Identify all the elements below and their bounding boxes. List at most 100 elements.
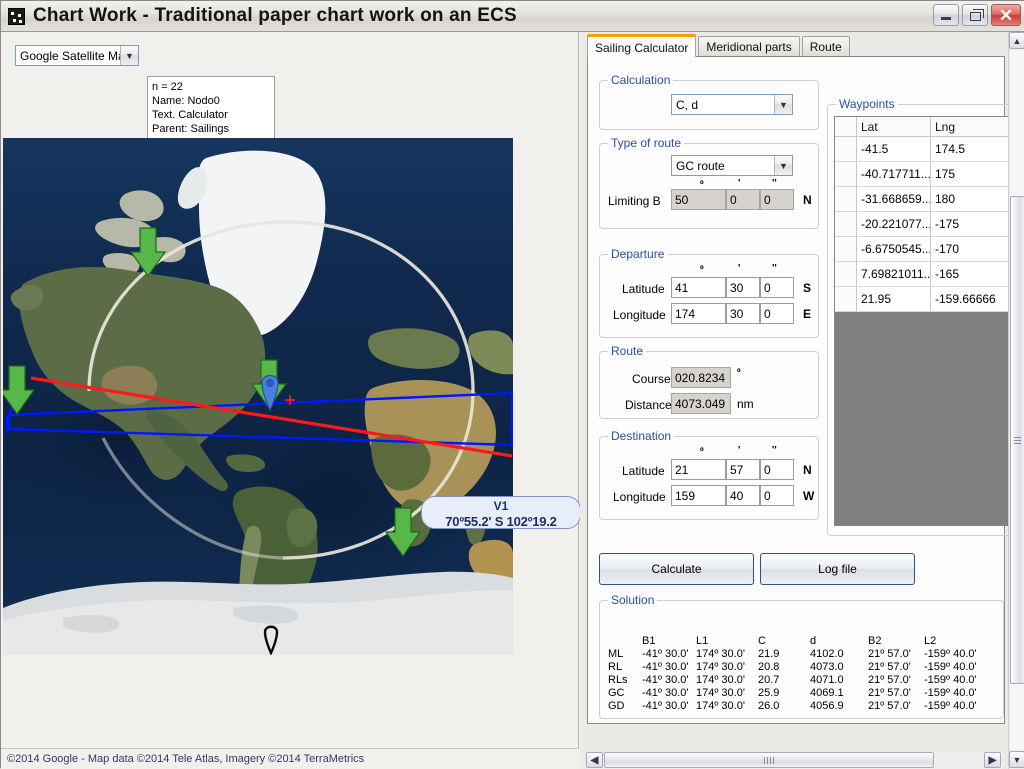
hscroll-thumb[interactable] — [604, 752, 934, 768]
chevron-down-icon[interactable]: ▼ — [120, 46, 138, 65]
waypoint-lng-cell[interactable]: -170 — [931, 237, 1005, 261]
scroll-up-button[interactable]: ▲ — [1009, 32, 1024, 49]
table-row[interactable]: 7.69821011...-165 — [835, 262, 1011, 287]
row-selector[interactable] — [835, 137, 857, 161]
minimize-button[interactable] — [933, 4, 959, 26]
departure-lng-degrees[interactable]: 174 — [671, 303, 726, 324]
departure-lat-degrees[interactable]: 41 — [671, 277, 726, 298]
course-unit: º — [737, 368, 741, 379]
waypoint-lat-cell[interactable]: -41.5 — [857, 137, 931, 161]
solution-group: Solution B1 L1 C d B2 — [599, 600, 1004, 719]
log-file-button-label: Log file — [818, 562, 857, 576]
vscroll-track[interactable] — [1010, 50, 1024, 750]
close-button[interactable]: ✕ — [991, 4, 1021, 26]
map-type-select[interactable]: Google Satellite Map ▼ — [15, 45, 139, 66]
waypoint-lng-cell[interactable]: -175 — [931, 212, 1005, 236]
waypoint-lat-cell[interactable]: -6.6750545... — [857, 237, 931, 261]
solution-c: 20.7 — [758, 674, 810, 687]
solution-header-row: B1 L1 C d B2 L2 — [608, 635, 977, 648]
tab-route[interactable]: Route — [802, 36, 850, 57]
table-row[interactable]: -41.5174.5 — [835, 137, 1011, 162]
table-row[interactable]: -40.717711...175 — [835, 162, 1011, 187]
destination-lng-seconds[interactable]: 0 — [760, 485, 794, 506]
destination-lat-seconds[interactable]: 0 — [760, 459, 794, 480]
calculate-button[interactable]: Calculate — [599, 553, 754, 585]
table-row[interactable]: -6.6750545...-170 — [835, 237, 1011, 262]
chevron-down-icon[interactable]: ▼ — [774, 95, 792, 114]
vscroll-thumb[interactable] — [1010, 196, 1024, 684]
waypoint-lng-cell[interactable]: 180 — [931, 187, 1005, 211]
waypoints-grid[interactable]: Lat Lng -41.5174.5-40.717711...175-31.66… — [834, 116, 1012, 526]
solution-col-d: d — [810, 635, 868, 648]
table-row[interactable]: -31.668659...180 — [835, 187, 1011, 212]
map-canvas[interactable] — [3, 138, 513, 655]
scroll-down-button[interactable]: ▼ — [1009, 751, 1024, 768]
waypoint-lat-cell[interactable]: 7.69821011... — [857, 262, 931, 286]
waypoint-lat-cell[interactable]: -20.221077... — [857, 212, 931, 236]
solution-l1: 174º 30.0' — [696, 700, 758, 713]
limiting-b-hemisphere[interactable]: N — [803, 193, 812, 207]
column-header-lat[interactable]: Lat — [857, 117, 931, 136]
scroll-left-button[interactable]: ◀ — [586, 752, 603, 768]
log-file-button[interactable]: Log file — [760, 553, 915, 585]
solution-l2: -159º 40.0' — [924, 687, 977, 700]
waypoint-lat-cell[interactable]: 21.95 — [857, 287, 931, 311]
destination-lng-hemisphere[interactable]: W — [803, 489, 814, 503]
vertical-scrollbar[interactable]: ▲ ▼ — [1008, 32, 1024, 769]
row-selector[interactable] — [835, 187, 857, 211]
destination-lng-minutes[interactable]: 40 — [726, 485, 760, 506]
solution-b1: -41º 30.0' — [642, 648, 696, 661]
column-header-lng[interactable]: Lng — [931, 117, 1005, 136]
solution-col-l1: L1 — [696, 635, 758, 648]
calculation-type-select[interactable]: C, d ▼ — [671, 94, 793, 115]
solution-b2: 21º 57.0' — [868, 648, 924, 661]
row-selector[interactable] — [835, 287, 857, 311]
tab-sailing-calculator[interactable]: Sailing Calculator — [587, 34, 696, 57]
solution-b2: 21º 57.0' — [868, 700, 924, 713]
waypoints-header-row: Lat Lng — [835, 117, 1011, 137]
solution-d: 4069.1 — [810, 687, 868, 700]
callout-coords: 70º55.2' S 102º19.2 — [422, 514, 580, 529]
solution-col-l2: L2 — [924, 635, 977, 648]
solution-row: RLs-41º 30.0'174º 30.0'20.74071.021º 57.… — [608, 674, 977, 687]
node-info-box: n = 22 Name: Nodo0 Text. Calculator Pare… — [147, 76, 275, 145]
waypoint-lng-cell[interactable]: 175 — [931, 162, 1005, 186]
table-row[interactable]: 21.95-159.66666 — [835, 287, 1011, 312]
waypoint-lat-cell[interactable]: -31.668659... — [857, 187, 931, 211]
map-attribution: ©2014 Google - Map data ©2014 Tele Atlas… — [1, 748, 579, 769]
row-selector[interactable] — [835, 162, 857, 186]
title-bar: Chart Work - Traditional paper chart wor… — [1, 1, 1024, 32]
horizontal-scrollbar[interactable]: ◀ ▶ — [586, 752, 1003, 769]
limiting-b-minutes[interactable]: 0 — [726, 189, 760, 210]
scroll-right-button[interactable]: ▶ — [984, 752, 1001, 768]
waypoint-lng-cell[interactable]: 174.5 — [931, 137, 1005, 161]
chart-panel: Google Satellite Map ▼ n = 22 Name: Nodo… — [1, 32, 579, 769]
route-type-select[interactable]: GC route ▼ — [671, 155, 793, 176]
destination-lat-degrees[interactable]: 21 — [671, 459, 726, 480]
destination-lng-degrees[interactable]: 159 — [671, 485, 726, 506]
waypoint-lat-cell[interactable]: -40.717711... — [857, 162, 931, 186]
row-selector[interactable] — [835, 262, 857, 286]
row-selector[interactable] — [835, 237, 857, 261]
chevron-down-icon[interactable]: ▼ — [774, 156, 792, 175]
row-selector[interactable] — [835, 212, 857, 236]
departure-lng-seconds[interactable]: 0 — [760, 303, 794, 324]
restore-button[interactable] — [962, 4, 988, 26]
tab-meridional-parts[interactable]: Meridional parts — [698, 36, 799, 57]
solution-col-c: C — [758, 635, 810, 648]
course-label: Course — [632, 372, 671, 386]
departure-lng-hemisphere[interactable]: E — [803, 307, 811, 321]
departure-lat-hemisphere[interactable]: S — [803, 281, 811, 295]
table-row[interactable]: -20.221077...-175 — [835, 212, 1011, 237]
waypoint-lng-cell[interactable]: -159.66666 — [931, 287, 1005, 311]
limiting-b-degrees[interactable]: 50 — [671, 189, 726, 210]
departure-lat-seconds[interactable]: 0 — [760, 277, 794, 298]
grid-empty-area — [835, 312, 1011, 525]
limiting-b-seconds[interactable]: 0 — [760, 189, 794, 210]
departure-lat-minutes[interactable]: 30 — [726, 277, 760, 298]
destination-lat-minutes[interactable]: 57 — [726, 459, 760, 480]
waypoint-lng-cell[interactable]: -165 — [931, 262, 1005, 286]
solution-l1: 174º 30.0' — [696, 687, 758, 700]
destination-lat-hemisphere[interactable]: N — [803, 463, 812, 477]
departure-lng-minutes[interactable]: 30 — [726, 303, 760, 324]
